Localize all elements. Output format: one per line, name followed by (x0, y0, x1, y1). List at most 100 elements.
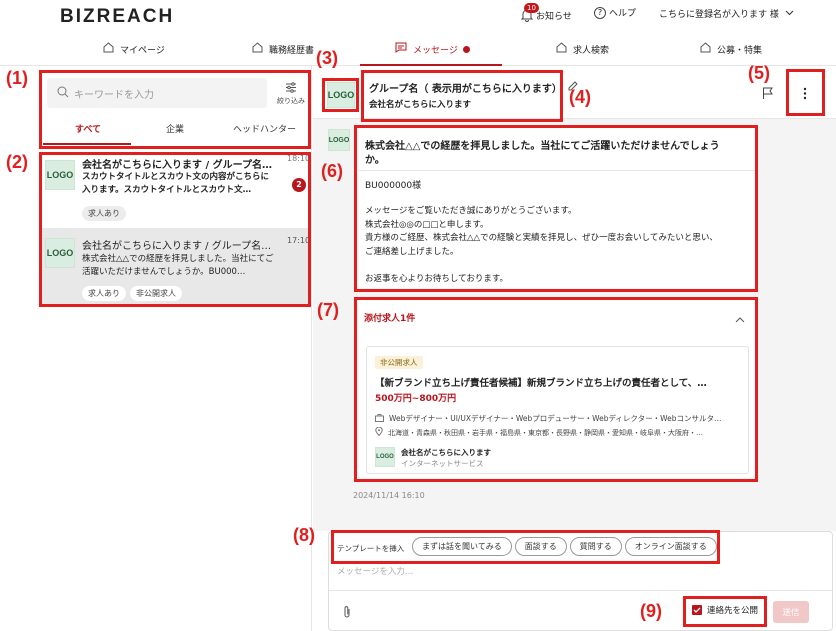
annotation-label-7: (7) (317, 300, 339, 320)
tab-company[interactable]: 企業 (166, 122, 184, 135)
conversation-group-name: グループ名（ 表示用がこちらに入ります） (369, 84, 562, 95)
nav-item-job-search[interactable]: 求人検索 (556, 42, 609, 56)
help-label: ヘルプ (609, 9, 637, 19)
send-button[interactable]: 送信 (773, 601, 809, 623)
nav-label: 求人検索 (573, 45, 610, 56)
job-salary: 500万円~800万円 (375, 394, 457, 404)
message-body-line: メッセージをご覧いただき誠にありがとうございます。 (365, 206, 577, 216)
job-occupations-text: Webデザイナー・UI/UXデザイナー・Webプロデューサー・Webディレクター… (389, 414, 722, 423)
message-body: メッセージをご覧いただき誠にありがとうございます。 株式会社◎◎の□□と申します… (365, 205, 755, 286)
attached-jobs-panel: 添付求人1件 非公開求人 【新ブランド立ち上げ責任者候補】新規ブランド立ち上げの… (358, 300, 756, 478)
annotation-label-2: (2) (6, 152, 28, 172)
help-icon: ? (594, 6, 606, 19)
more-options-icon[interactable] (803, 87, 807, 103)
home-icon (103, 42, 114, 56)
home-icon (252, 42, 263, 56)
message-item-time: 18:10 (287, 154, 311, 163)
message-item-title: 会社名がこちらに入ります / グループ名… (82, 160, 273, 171)
job-locations: 北海道・青森県・秋田県・岩手県・福島県・東京都・長野県・静岡県・愛知県・岐阜県・… (375, 427, 745, 438)
message-item-preview: 株式会社△△での経歴を拝見しました。当社にてご活躍いただけませんでしょうか。BU… (82, 254, 274, 277)
job-card[interactable]: 非公開求人 【新ブランド立ち上げ責任者候補】新規ブランド立ち上げの責任者として、… (366, 346, 749, 474)
briefcase-icon (375, 413, 384, 424)
annotation-label-5: (5) (748, 63, 770, 83)
tab-active-underline (43, 143, 131, 145)
message-divider (358, 170, 756, 171)
job-occupations: Webデザイナー・UI/UXデザイナー・Webプロデューサー・Webディレクター… (375, 413, 745, 424)
account-name: こちらに登録名が入ります 様 (659, 10, 779, 20)
message-recipient: BU000000様 (365, 181, 422, 191)
message-sender-logo: LOGO (328, 129, 350, 151)
notification-count-badge: 10 (524, 3, 539, 13)
nav-active-underline (360, 64, 502, 66)
chevron-up-icon[interactable] (735, 313, 745, 326)
sidebar (38, 66, 312, 631)
publish-contact-checkbox[interactable]: 連絡先を公開 (692, 604, 758, 616)
bell-icon: 10 (520, 3, 539, 22)
message-body-line: 株式会社◎◎の□□と申します。 (365, 219, 489, 230)
template-chip-question[interactable]: 質問する (569, 537, 622, 556)
annotation-label-9: (9) (640, 601, 662, 621)
home-icon (556, 42, 567, 56)
paperclip-icon[interactable] (343, 605, 351, 621)
help-button[interactable]: ? ヘルプ (594, 6, 636, 19)
tab-headhunter[interactable]: ヘッドハンター (233, 122, 296, 135)
job-company-logo: LOGO (375, 447, 395, 467)
annotation-label-3: (3) (316, 48, 338, 68)
unread-count-badge: 2 (292, 178, 306, 192)
list-item[interactable]: LOGO 会社名がこちらに入ります / グループ名… 18:10 スカウトタイト… (39, 154, 311, 228)
notifications-button[interactable]: 10 お知らせ (520, 3, 572, 26)
annotation-label-6: (6) (321, 161, 343, 181)
message-body-line (365, 259, 755, 273)
account-menu[interactable]: こちらに登録名が入ります 様 (659, 7, 794, 20)
nav-item-messages[interactable]: メッセージ (395, 42, 470, 56)
nav-item-mypage[interactable]: マイページ (103, 42, 165, 56)
job-industry: インターネットサービス (401, 459, 484, 468)
attached-jobs-header[interactable]: 添付求人1件 (358, 300, 756, 334)
message-body-line: お返事を心よりお待ちしております。 (365, 273, 508, 284)
company-logo: LOGO (45, 160, 75, 190)
message-item-title: 会社名がこちらに入ります / グループ名… (82, 241, 272, 252)
highlight-box-4 (361, 70, 563, 122)
message-body-line: ご連絡差し上げました。 (365, 246, 459, 257)
list-item[interactable]: LOGO 会社名がこちらに入ります / グループ名… 17:10 株式会社△△で… (39, 228, 311, 306)
job-title[interactable]: 【新ブランド立ち上げ責任者候補】新規ブランド立ち上げの責任者として、… (375, 375, 745, 389)
filter-button[interactable]: 絞り込み (274, 82, 308, 106)
sliders-icon (285, 82, 297, 96)
message-item-tags: 求人あり (82, 206, 130, 221)
search-input[interactable]: キーワードを入力 (47, 78, 267, 108)
home-icon (700, 42, 711, 56)
message-input-placeholder: メッセージを入力… (337, 567, 414, 577)
attached-jobs-title: 添付求人1件 (364, 314, 416, 324)
template-chip-interview[interactable]: 面談する (514, 537, 567, 556)
annotation-label-4: (4) (569, 87, 591, 107)
tab-all[interactable]: すべて (75, 122, 101, 135)
message-input[interactable]: メッセージを入力… (337, 564, 827, 586)
job-company-name: 会社名がこちらに入ります (401, 448, 491, 457)
message-title: 株式会社△△での経歴を拝見しました。当社にてご活躍いただけませんでしょうか。 (365, 141, 720, 166)
brand-logo[interactable]: BIZREACH (60, 6, 174, 28)
template-chip-listen[interactable]: まずは話を聞いてみる (412, 537, 512, 556)
nav-item-features[interactable]: 公募・特集 (700, 42, 762, 56)
conversation-company-logo[interactable]: LOGO (327, 82, 355, 108)
message-body-line: 貴方様のご経歴、株式会社△△での経験と実績を拝見し、ぜひ一度お会いしてみたいと思… (365, 233, 718, 243)
search-icon (57, 86, 69, 101)
message-item-time: 17:10 (287, 236, 311, 245)
filter-label: 絞り込み (277, 97, 305, 105)
company-logo: LOGO (45, 238, 75, 268)
nav-item-resume[interactable]: 職務経歴書 (252, 42, 314, 56)
message-item-tags: 求人あり 非公開求人 (82, 286, 186, 301)
job-locations-text: 北海道・青森県・秋田県・岩手県・福島県・東京都・長野県・静岡県・愛知県・岐阜県・… (388, 428, 703, 437)
main-nav: マイページ 職務経歴書 メッセージ 求人検索 公募・特集 (0, 36, 836, 66)
nav-label: 職務経歴書 (269, 45, 315, 56)
template-label: テンプレートを挿入 (337, 544, 405, 553)
tag-private-job: 非公開求人 (130, 286, 182, 301)
conversation-company-name: 会社名がこちらに入ります (369, 100, 472, 110)
notification-label: お知らせ (536, 11, 572, 22)
template-chip-online-interview[interactable]: オンライン面談する (624, 537, 717, 556)
flag-icon[interactable] (762, 87, 774, 103)
nav-label: メッセージ (413, 45, 458, 56)
chevron-down-icon (785, 9, 794, 19)
message-icon (395, 42, 407, 56)
location-pin-icon (375, 427, 383, 438)
message-card: 株式会社△△での経歴を拝見しました。当社にてご活躍いただけませんでしょうか。 B… (358, 128, 756, 288)
